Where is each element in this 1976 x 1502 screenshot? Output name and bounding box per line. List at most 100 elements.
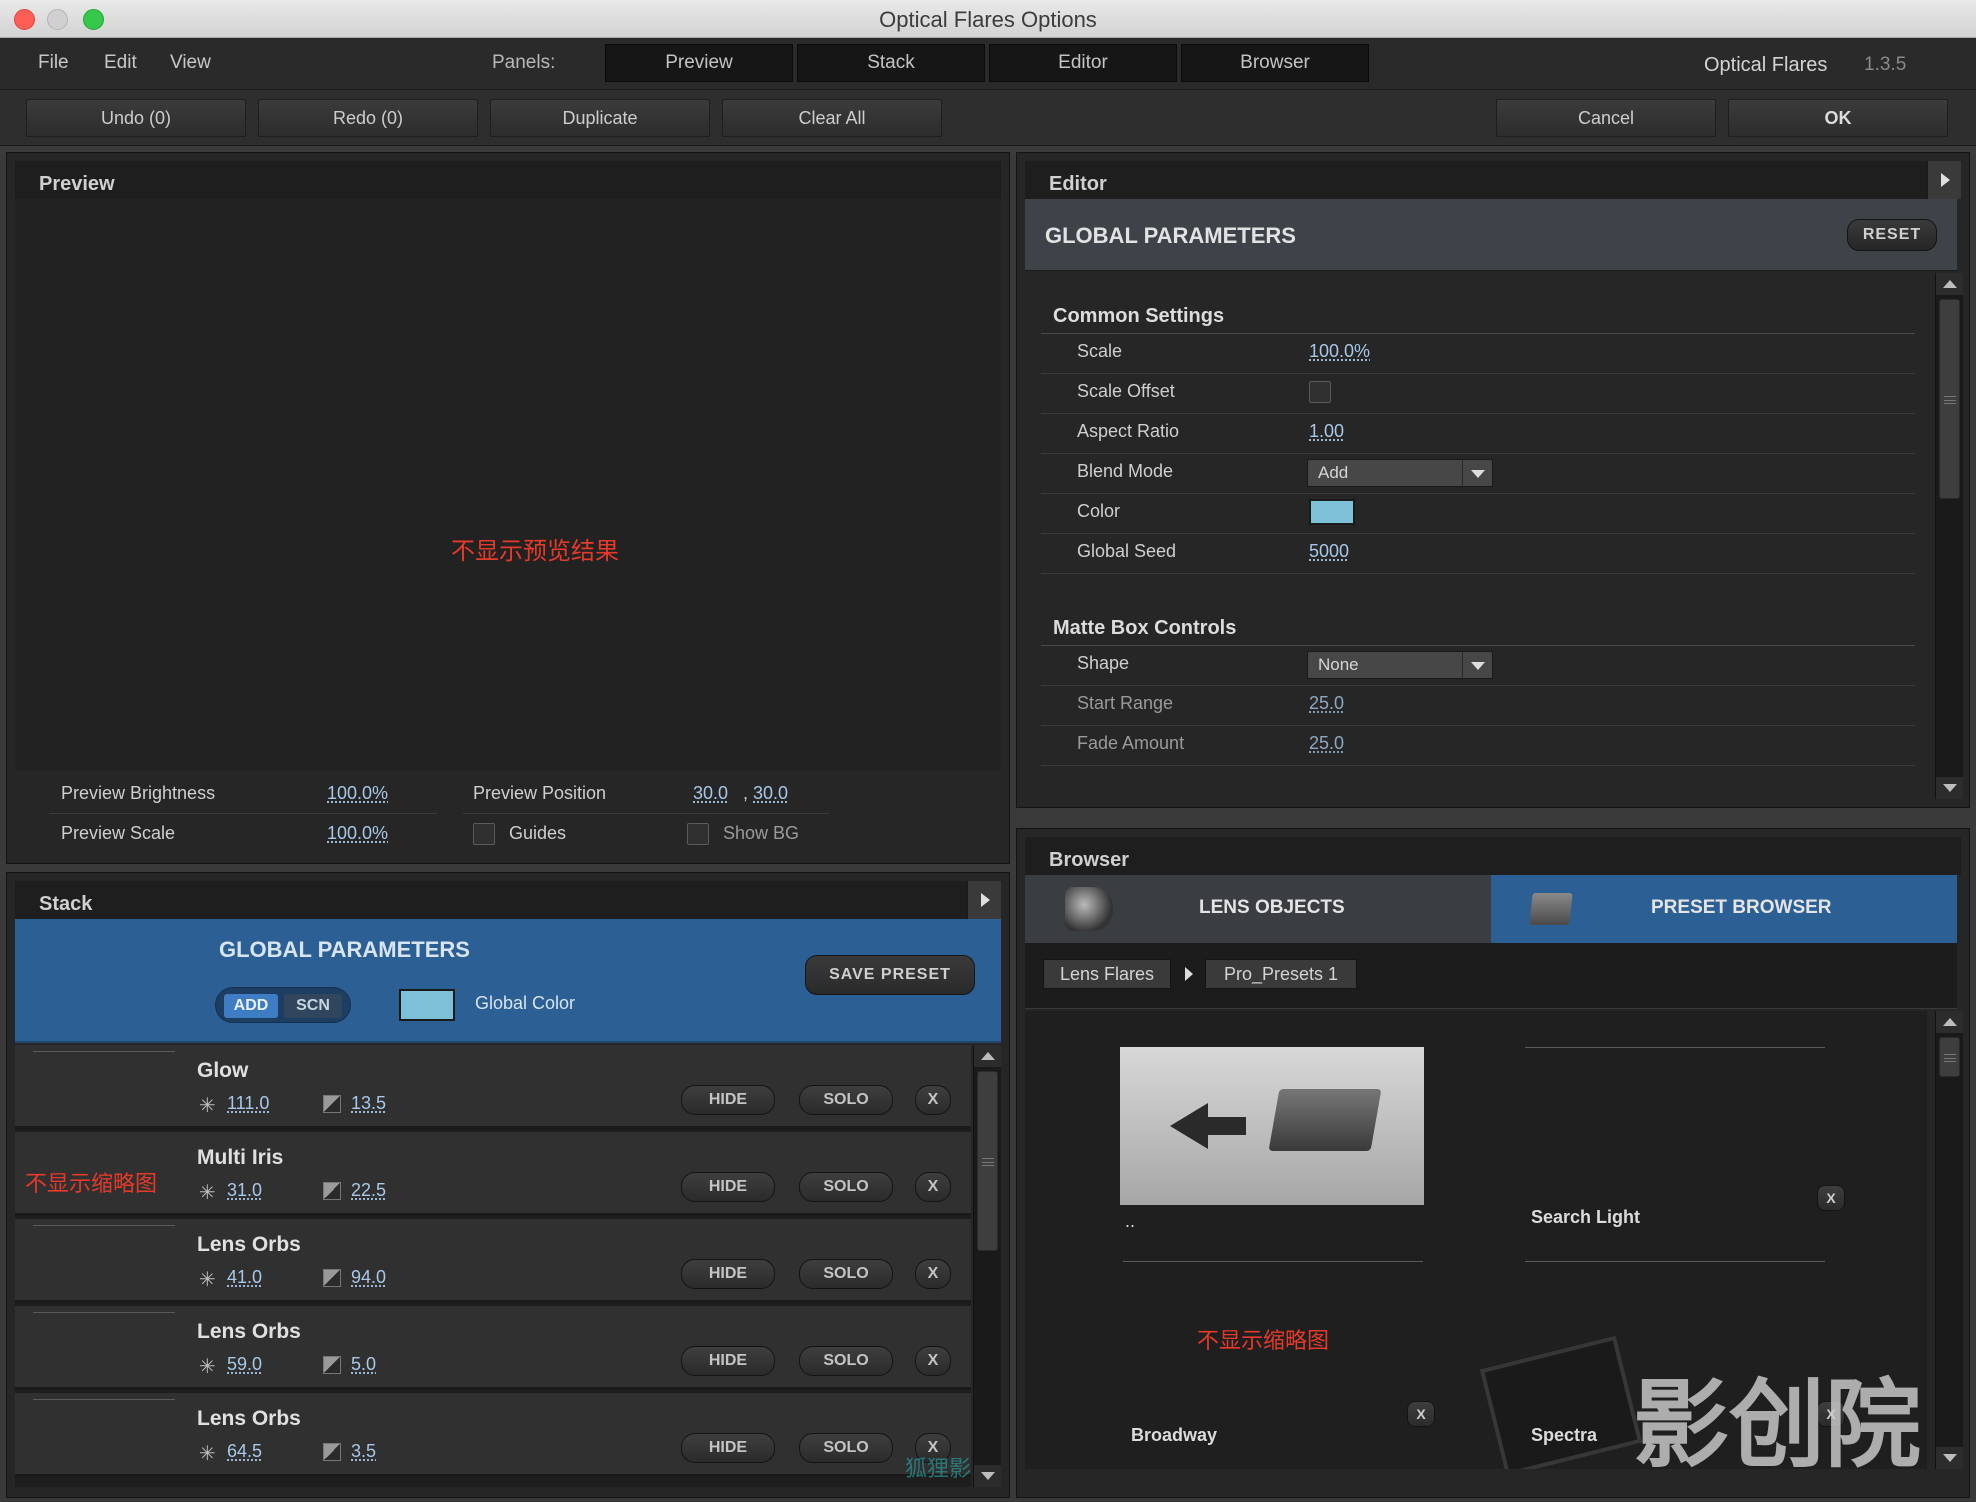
solo-button[interactable]: SOLO [799,1433,893,1463]
stack-item[interactable]: Lens Orbs ✳ 41.0 94.0 HIDE SOLO X [15,1219,971,1303]
remove-preset-button[interactable]: X [1817,1185,1845,1211]
solo-button[interactable]: SOLO [799,1172,893,1202]
stack-item[interactable]: Lens Orbs ✳ 59.0 5.0 HIDE SOLO X [15,1306,971,1390]
remove-preset-button[interactable]: X [1407,1401,1435,1427]
delete-button[interactable]: X [915,1085,951,1115]
scroll-up-arrow-icon[interactable] [1936,273,1963,295]
hide-button[interactable]: HIDE [681,1085,775,1115]
save-preset-button[interactable]: SAVE PRESET [805,955,975,995]
panel-tab-stack[interactable]: Stack [797,44,985,82]
tab-preset-browser[interactable]: PRESET BROWSER [1491,875,1957,943]
panel-tab-browser[interactable]: Browser [1181,44,1369,82]
scroll-down-arrow-icon[interactable] [974,1465,1001,1487]
preview-brightness-value[interactable]: 100.0% [327,783,388,804]
preset-spectra[interactable]: Spectra [1531,1425,1597,1446]
guides-checkbox[interactable] [473,823,495,845]
scale-offset-checkbox[interactable] [1309,381,1331,403]
color-swatch[interactable] [1309,499,1355,525]
scale-icon [323,1095,341,1113]
add-mode-button[interactable]: ADD [224,994,278,1018]
stack-item-scale[interactable]: 13.5 [351,1093,386,1114]
fade-amount-value[interactable]: 25.0 [1309,733,1344,754]
color-label: Color [1077,501,1121,521]
preset-search-light[interactable]: Search Light [1531,1207,1640,1228]
stack-item-brightness[interactable]: 111.0 [227,1093,269,1114]
global-color-swatch[interactable] [399,989,455,1021]
stack-item-scale[interactable]: 5.0 [351,1354,376,1375]
scroll-up-arrow-icon[interactable] [974,1045,1001,1067]
stack-item-brightness[interactable]: 41.0 [227,1267,262,1288]
preview-position-y[interactable]: 30.0 [753,783,788,804]
back-folder-thumbnail[interactable] [1120,1047,1424,1205]
stack-scrollbar[interactable] [973,1045,1001,1487]
preview-scale-value[interactable]: 100.0% [327,823,388,844]
hide-button[interactable]: HIDE [681,1172,775,1202]
solo-button[interactable]: SOLO [799,1346,893,1376]
scroll-thumb[interactable] [977,1071,998,1251]
folder-icon [1268,1089,1382,1151]
thumbnail-placeholder [33,1312,175,1313]
scroll-down-arrow-icon[interactable] [1936,777,1963,799]
scroll-thumb[interactable] [1939,1037,1960,1077]
stack-item-brightness[interactable]: 59.0 [227,1354,262,1375]
scroll-up-arrow-icon[interactable] [1936,1011,1963,1033]
stack-item[interactable]: Lens Orbs ✳ 64.5 3.5 HIDE SOLO X [15,1393,971,1477]
preview-position-x[interactable]: 30.0 [693,783,728,804]
preset-grid: .. Search Light X 不显示缩略图 Broadway X Spec… [1025,1011,1927,1469]
divider [1041,373,1915,374]
title-bar: Optical Flares Options [0,0,1976,38]
menu-view[interactable]: View [170,52,211,74]
stack-item-scale[interactable]: 94.0 [351,1267,386,1288]
solo-button[interactable]: SOLO [799,1085,893,1115]
stack-item-scale[interactable]: 3.5 [351,1441,376,1462]
menu-file[interactable]: File [38,52,69,74]
panel-tab-editor[interactable]: Editor [989,44,1177,82]
delete-button[interactable]: X [915,1172,951,1202]
duplicate-button[interactable]: Duplicate [490,99,710,137]
blend-mode-dropdown[interactable]: Add [1307,459,1493,487]
stack-item[interactable]: 不显示缩略图 Multi Iris ✳ 31.0 22.5 HIDE SOLO … [15,1132,971,1216]
cancel-button[interactable]: Cancel [1496,99,1716,137]
scroll-down-arrow-icon[interactable] [1936,1447,1963,1469]
scn-mode-button[interactable]: SCN [284,994,342,1018]
menu-edit[interactable]: Edit [104,52,137,74]
breadcrumb-lens-flares[interactable]: Lens Flares [1043,959,1171,989]
aspect-ratio-value[interactable]: 1.00 [1309,421,1344,442]
start-range-value[interactable]: 25.0 [1309,693,1344,714]
solo-button[interactable]: SOLO [799,1259,893,1289]
stack-item[interactable]: Glow ✳ 111.0 13.5 HIDE SOLO X [15,1045,971,1129]
clear-all-button[interactable]: Clear All [722,99,942,137]
add-scn-toggle[interactable]: ADD SCN [215,987,351,1023]
hide-button[interactable]: HIDE [681,1259,775,1289]
ok-button[interactable]: OK [1728,99,1948,137]
thumbnail-placeholder [33,1399,175,1400]
browser-scrollbar[interactable] [1935,1011,1963,1469]
panel-tab-preview[interactable]: Preview [605,44,793,82]
redo-button[interactable]: Redo (0) [258,99,478,137]
editor-expand-arrow-icon[interactable] [1927,161,1961,199]
stack-item-scale[interactable]: 22.5 [351,1180,386,1201]
preset-broadway[interactable]: Broadway [1131,1425,1217,1446]
hide-button[interactable]: HIDE [681,1346,775,1376]
stack-item-brightness[interactable]: 64.5 [227,1441,262,1462]
hide-button[interactable]: HIDE [681,1433,775,1463]
delete-button[interactable]: X [915,1346,951,1376]
editor-scrollbar[interactable] [1935,273,1963,799]
scale-value[interactable]: 100.0% [1309,341,1370,362]
delete-button[interactable]: X [915,1259,951,1289]
shape-dropdown[interactable]: None [1307,651,1493,679]
stack-expand-arrow-icon[interactable] [967,881,1001,919]
stack-item-brightness[interactable]: 31.0 [227,1180,262,1201]
preview-viewport[interactable]: 不显示预览结果 [15,199,1001,771]
divider [463,813,829,814]
show-bg-checkbox[interactable] [687,823,709,845]
scroll-thumb[interactable] [1939,299,1960,499]
stack-global-parameters[interactable]: GLOBAL PARAMETERS ADD SCN Global Color S… [15,919,1001,1043]
breadcrumb-pro-presets[interactable]: Pro_Presets 1 [1205,959,1357,989]
reset-button[interactable]: RESET [1847,219,1937,251]
back-folder-label: .. [1125,1211,1136,1231]
undo-button[interactable]: Undo (0) [26,99,246,137]
global-seed-value[interactable]: 5000 [1309,541,1349,562]
breadcrumb: Lens Flares Pro_Presets 1 [1025,943,1957,1009]
tab-lens-objects[interactable]: LENS OBJECTS [1025,875,1491,943]
